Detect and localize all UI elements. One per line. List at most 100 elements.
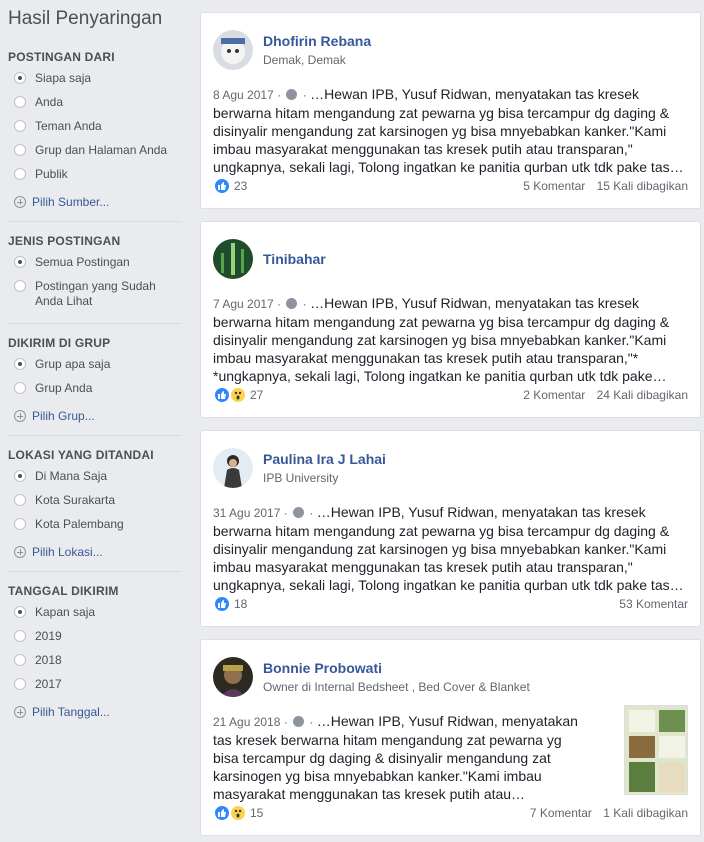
radio-selected-icon[interactable] xyxy=(14,606,26,618)
author-name[interactable]: Dhofirin Rebana xyxy=(263,33,371,50)
section-heading: POSTINGAN DARI xyxy=(8,50,115,64)
post-footer: 27 2 Komentar 24 Kali dibagikan xyxy=(213,383,688,407)
share-count[interactable]: 15 Kali dibagikan xyxy=(597,179,688,193)
radio-icon[interactable] xyxy=(14,494,26,506)
post-card: Dhofirin Rebana Demak, Demak 8 Agu 2017 … xyxy=(200,12,701,209)
choose-group-link[interactable]: Pilih Grup... xyxy=(8,405,190,427)
filter-option-public[interactable]: Publik xyxy=(8,167,190,191)
option-label: Grup Anda xyxy=(35,381,93,395)
radio-selected-icon[interactable] xyxy=(14,470,26,482)
radio-selected-icon[interactable] xyxy=(14,256,26,268)
post-card: Paulina Ira J Lahai IPB University 31 Ag… xyxy=(200,430,701,627)
wow-reaction-icon[interactable] xyxy=(229,386,247,404)
option-label: Kota Palembang xyxy=(35,517,124,531)
filter-section-tagged-location: LOKASI YANG DITANDAI Di Mana Saja Kota S… xyxy=(0,448,190,563)
divider xyxy=(8,221,182,222)
filter-option-2018[interactable]: 2018 xyxy=(8,653,190,677)
filter-option-your-groups[interactable]: Grup Anda xyxy=(8,381,190,405)
option-label: Kota Surakarta xyxy=(35,493,116,507)
post-date[interactable]: 21 Agu 2018 xyxy=(213,715,280,729)
choose-source-link[interactable]: Pilih Sumber... xyxy=(8,191,190,213)
post-date[interactable]: 7 Agu 2017 xyxy=(213,297,274,311)
filter-option-2017[interactable]: 2017 xyxy=(8,677,190,701)
globe-icon xyxy=(286,298,298,309)
filter-option-2019[interactable]: 2019 xyxy=(8,629,190,653)
comment-count[interactable]: 2 Komentar xyxy=(523,388,585,402)
radio-icon[interactable] xyxy=(14,168,26,180)
radio-icon[interactable] xyxy=(14,678,26,690)
globe-icon xyxy=(293,507,305,518)
option-label: 2017 xyxy=(35,677,62,691)
section-heading: DIKIRIM DI GRUP xyxy=(8,336,111,350)
radio-icon[interactable] xyxy=(14,96,26,108)
filter-option-surakarta[interactable]: Kota Surakarta xyxy=(8,493,190,517)
choose-location-link[interactable]: Pilih Lokasi... xyxy=(8,541,190,563)
radio-selected-icon[interactable] xyxy=(14,358,26,370)
author-name[interactable]: Tinibahar xyxy=(263,251,326,268)
radio-icon[interactable] xyxy=(14,630,26,642)
author-avatar[interactable] xyxy=(213,448,253,488)
filter-section-posted-in-group: DIKIRIM DI GRUP Grup apa saja Grup Anda … xyxy=(0,336,190,427)
post-date[interactable]: 8 Agu 2017 xyxy=(213,88,274,102)
plus-circle-icon xyxy=(14,196,26,208)
like-reaction-icon[interactable] xyxy=(213,595,231,613)
radio-icon[interactable] xyxy=(14,280,26,292)
like-reaction-icon[interactable] xyxy=(213,177,231,195)
wow-reaction-icon[interactable] xyxy=(229,804,247,822)
filter-option-friends[interactable]: Teman Anda xyxy=(8,119,190,143)
reaction-count[interactable]: 18 xyxy=(234,597,247,611)
filter-option-you[interactable]: Anda xyxy=(8,95,190,119)
share-count[interactable]: 24 Kali dibagikan xyxy=(597,388,688,402)
reaction-count[interactable]: 23 xyxy=(234,179,247,193)
choose-date-link[interactable]: Pilih Tanggal... xyxy=(8,701,190,723)
post-card: Bonnie Probowati Owner di Internal Bedsh… xyxy=(200,639,701,836)
divider xyxy=(8,571,182,572)
filter-option-any-time[interactable]: Kapan saja xyxy=(8,605,190,629)
filter-option-seen-posts[interactable]: Postingan yang Sudah Anda Lihat xyxy=(8,279,190,315)
more-label: Pilih Lokasi... xyxy=(32,545,103,559)
radio-icon[interactable] xyxy=(14,382,26,394)
reaction-count[interactable]: 15 xyxy=(250,806,263,820)
post-body: 7 Agu 2017 · · …Hewan IPB, Yusuf Ridwan,… xyxy=(213,295,670,384)
option-label: Grup dan Halaman Anda xyxy=(35,143,168,157)
option-label: Teman Anda xyxy=(35,119,102,133)
globe-icon xyxy=(286,89,298,100)
filter-option-anyone[interactable]: Siapa saja xyxy=(8,71,190,95)
author-avatar[interactable] xyxy=(213,239,253,279)
filter-option-palembang[interactable]: Kota Palembang xyxy=(8,517,190,541)
author-subtitle: IPB University xyxy=(263,471,339,485)
section-heading: JENIS POSTINGAN xyxy=(8,234,121,248)
post-thumbnail-image[interactable] xyxy=(624,705,688,795)
more-label: Pilih Tanggal... xyxy=(32,705,110,719)
post-footer: 15 7 Komentar 1 Kali dibagikan xyxy=(213,801,688,825)
comment-count[interactable]: 7 Komentar xyxy=(530,806,592,820)
plus-circle-icon xyxy=(14,410,26,422)
radio-icon[interactable] xyxy=(14,518,26,530)
radio-icon[interactable] xyxy=(14,654,26,666)
option-label: Grup apa saja xyxy=(35,357,111,371)
more-label: Pilih Sumber... xyxy=(32,195,110,209)
radio-icon[interactable] xyxy=(14,120,26,132)
comment-count[interactable]: 5 Komentar xyxy=(523,179,585,193)
radio-selected-icon[interactable] xyxy=(14,72,26,84)
plus-circle-icon xyxy=(14,546,26,558)
divider xyxy=(8,435,182,436)
post-date[interactable]: 31 Agu 2017 xyxy=(213,506,280,520)
more-label: Pilih Grup... xyxy=(32,409,95,423)
post-body: 8 Agu 2017 · · …Hewan IPB, Yusuf Ridwan,… xyxy=(213,86,684,175)
author-name[interactable]: Bonnie Probowati xyxy=(263,660,530,677)
share-count[interactable]: 1 Kali dibagikan xyxy=(603,806,688,820)
comment-count[interactable]: 53 Komentar xyxy=(619,597,688,611)
option-label: Postingan yang Sudah Anda Lihat xyxy=(35,279,156,308)
author-avatar[interactable] xyxy=(213,657,253,697)
filter-option-groups-pages[interactable]: Grup dan Halaman Anda xyxy=(8,143,190,167)
author-name[interactable]: Paulina Ira J Lahai xyxy=(263,451,386,468)
filter-sidebar: Hasil Penyaringan POSTINGAN DARI Siapa s… xyxy=(0,0,190,842)
reaction-count[interactable]: 27 xyxy=(250,388,263,402)
filter-option-anywhere[interactable]: Di Mana Saja xyxy=(8,469,190,493)
post-footer: 18 53 Komentar xyxy=(213,592,688,616)
radio-icon[interactable] xyxy=(14,144,26,156)
filter-option-any-group[interactable]: Grup apa saja xyxy=(8,357,190,381)
filter-option-all-posts[interactable]: Semua Postingan xyxy=(8,255,190,279)
author-avatar[interactable] xyxy=(213,30,253,70)
